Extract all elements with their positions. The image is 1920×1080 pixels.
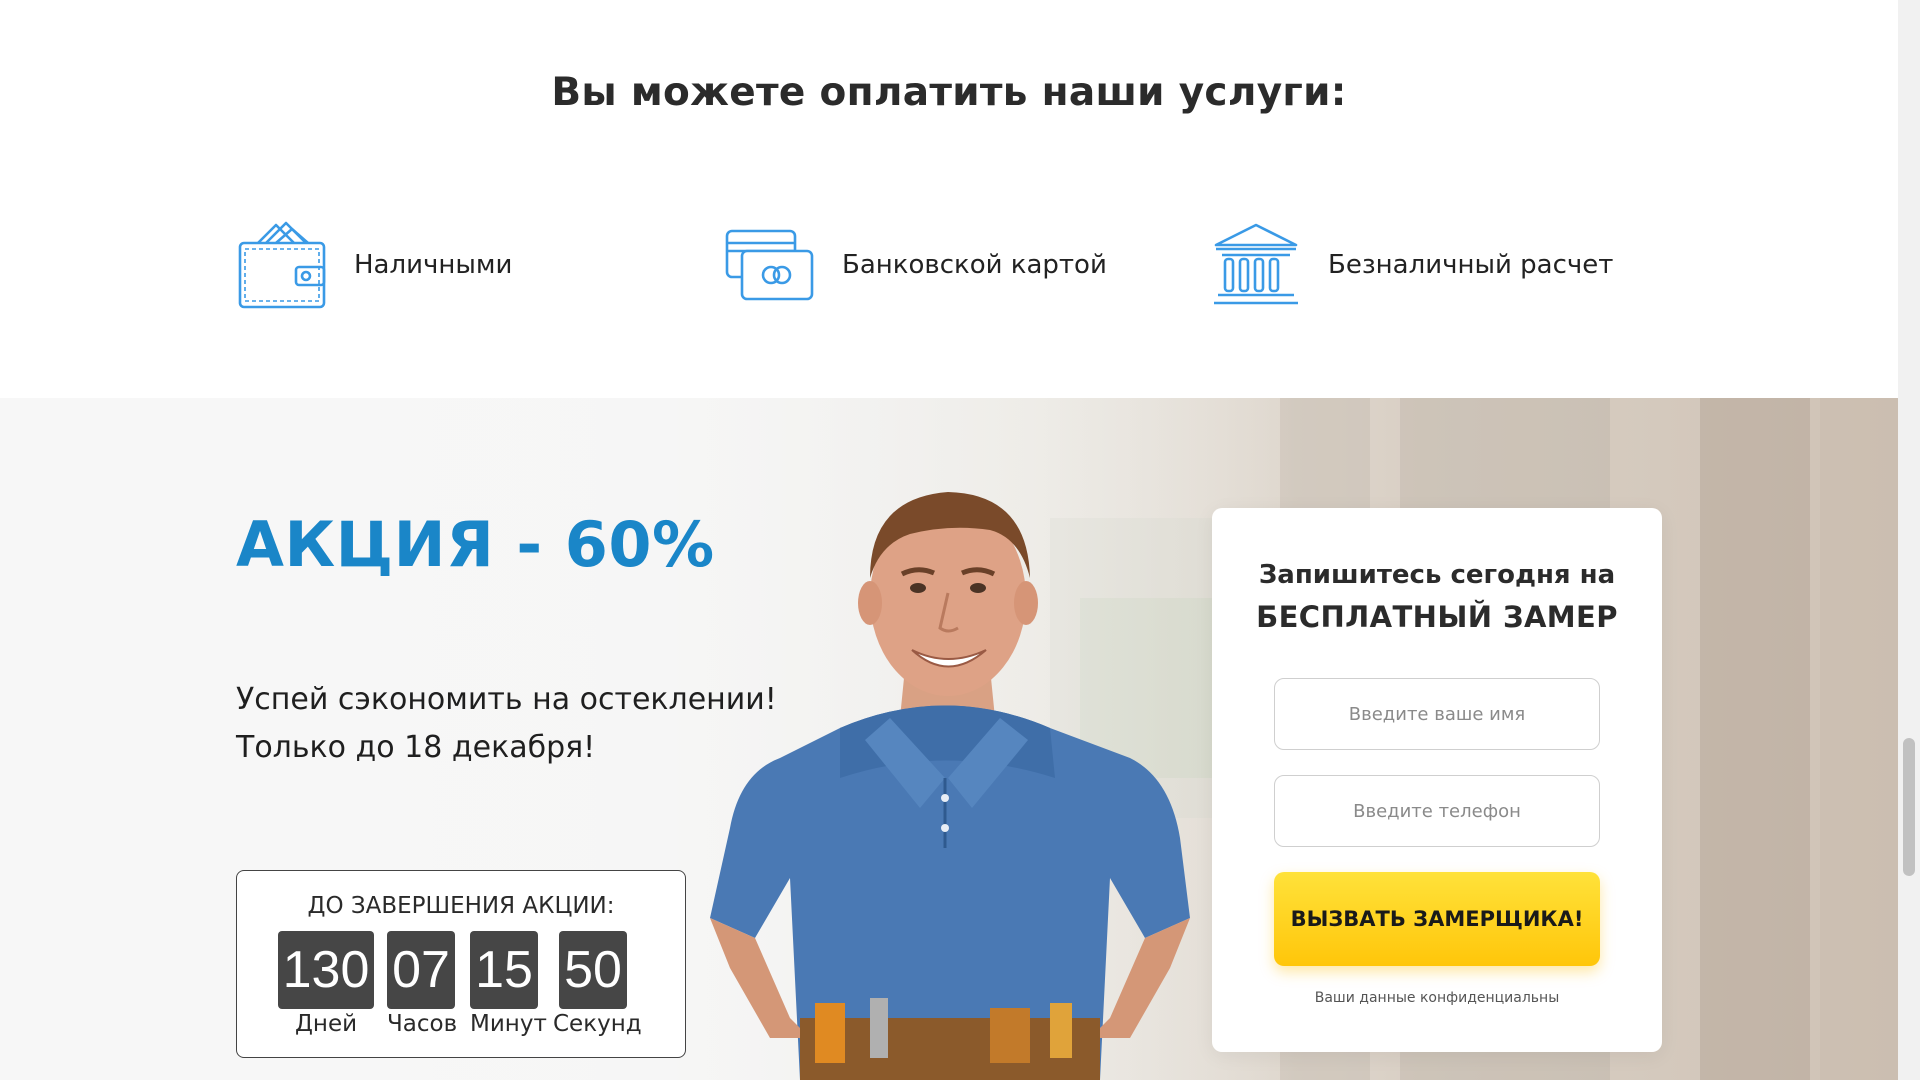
credit-card-icon (724, 219, 816, 311)
countdown-value: 07 (387, 931, 455, 1009)
wallet-icon (236, 219, 328, 311)
call-measurer-button[interactable]: ВЫЗВАТЬ ЗАМЕРЩИКА! (1274, 872, 1600, 966)
form-subtitle: Запишитесь сегодня на (1258, 560, 1616, 590)
name-input[interactable] (1274, 678, 1600, 750)
scrollbar-thumb[interactable] (1903, 738, 1915, 876)
promo-text-line2: Только до 18 декабря! (236, 730, 596, 765)
form-title: БЕСПЛАТНЫЙ ЗАМЕР (1256, 600, 1618, 634)
countdown-title: ДО ЗАВЕРШЕНИЯ АКЦИИ: (307, 893, 615, 919)
payment-method-label: Безналичный расчет (1328, 250, 1614, 280)
countdown-label: Минут (470, 1011, 547, 1037)
promo-title: АКЦИЯ - 60% (236, 508, 715, 581)
promo-section: АКЦИЯ - 60% Успей сэкономить на остеклен… (0, 398, 1898, 1080)
bank-icon (1210, 219, 1302, 311)
payment-method-cash: Наличными (236, 220, 512, 310)
signup-form-card: Запишитесь сегодня на БЕСПЛАТНЫЙ ЗАМЕР В… (1212, 508, 1662, 1052)
payment-method-bank: Безналичный расчет (1210, 220, 1613, 310)
countdown-box: ДО ЗАВЕРШЕНИЯ АКЦИИ: 130 Дней 07 Часов 1… (236, 870, 686, 1058)
privacy-note: Ваши данные конфиденциальны (1314, 990, 1560, 1006)
payment-section: Вы можете оплатить наши услуги: Наличным… (0, 0, 1898, 398)
payment-method-label: Наличными (354, 250, 513, 280)
payment-method-card: Банковской картой (724, 220, 1107, 310)
page-scrollbar[interactable] (1898, 0, 1920, 1080)
countdown-value: 50 (559, 931, 627, 1009)
countdown-value: 130 (278, 931, 374, 1009)
countdown-label: Секунд (553, 1011, 642, 1037)
payment-title: Вы можете оплатить наши услуги: (551, 70, 1347, 115)
countdown-label: Часов (387, 1011, 458, 1037)
countdown-value: 15 (470, 931, 538, 1009)
countdown-days: 130 Дней (278, 931, 374, 1039)
countdown-hours: 07 Часов (387, 931, 458, 1039)
payment-method-label: Банковской картой (842, 250, 1107, 280)
worker-photo (710, 492, 1190, 1080)
countdown-minutes: 15 Минут (470, 931, 547, 1039)
phone-input[interactable] (1274, 775, 1600, 847)
countdown-label: Дней (294, 1011, 358, 1037)
countdown-seconds: 50 Секунд (553, 931, 642, 1039)
